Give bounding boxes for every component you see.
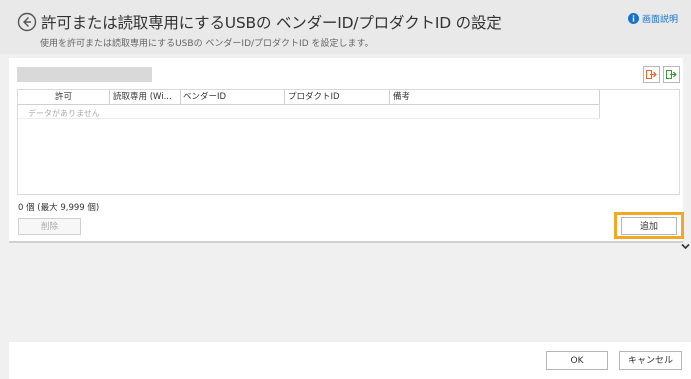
column-header-allow[interactable]: 許可 xyxy=(18,90,110,104)
column-header-vendor-id[interactable]: ベンダーID xyxy=(181,90,285,104)
add-button[interactable]: 追加 xyxy=(621,217,677,235)
footer: OK キャンセル xyxy=(9,342,691,379)
header: 許可または読取専用にするUSBの ベンダーID/プロダクトID の設定 使用を許… xyxy=(0,0,691,54)
import-button[interactable] xyxy=(643,66,660,83)
data-table: 許可 読取専用 (Wi... ベンダーID プロダクトID 備考 データがありま… xyxy=(17,89,680,195)
export-button[interactable] xyxy=(663,66,680,83)
page-subtitle: 使用を許可または読取専用にするUSBの ベンダーID/プロダクトID を設定しま… xyxy=(40,39,374,49)
chevron-down-icon[interactable] xyxy=(681,243,690,250)
export-icon xyxy=(666,70,677,79)
help-label: 画面説明 xyxy=(641,15,678,25)
filter-box[interactable] xyxy=(17,67,152,82)
back-icon[interactable] xyxy=(17,12,37,32)
table-header: 許可 読取専用 (Wi... ベンダーID プロダクトID 備考 xyxy=(18,90,600,105)
cancel-button[interactable]: キャンセル xyxy=(619,351,682,370)
ok-button[interactable]: OK xyxy=(546,351,608,370)
column-header-readonly[interactable]: 読取専用 (Wi... xyxy=(110,90,181,104)
column-header-notes[interactable]: 備考 xyxy=(390,90,600,104)
info-icon xyxy=(627,13,639,24)
main-panel: 許可 読取専用 (Wi... ベンダーID プロダクトID 備考 データがありま… xyxy=(9,58,684,243)
table-divider xyxy=(599,104,600,118)
help-link[interactable]: 画面説明 xyxy=(627,12,678,25)
import-icon xyxy=(646,70,657,79)
item-count: 0 個 (最大 9,999 個) xyxy=(18,203,100,213)
page-title: 許可または読取専用にするUSBの ベンダーID/プロダクトID の設定 xyxy=(41,14,502,32)
empty-message: データがありません xyxy=(28,109,100,118)
table-divider xyxy=(18,118,600,119)
delete-button[interactable]: 削除 xyxy=(18,218,81,235)
column-header-product-id[interactable]: プロダクトID xyxy=(285,90,390,104)
